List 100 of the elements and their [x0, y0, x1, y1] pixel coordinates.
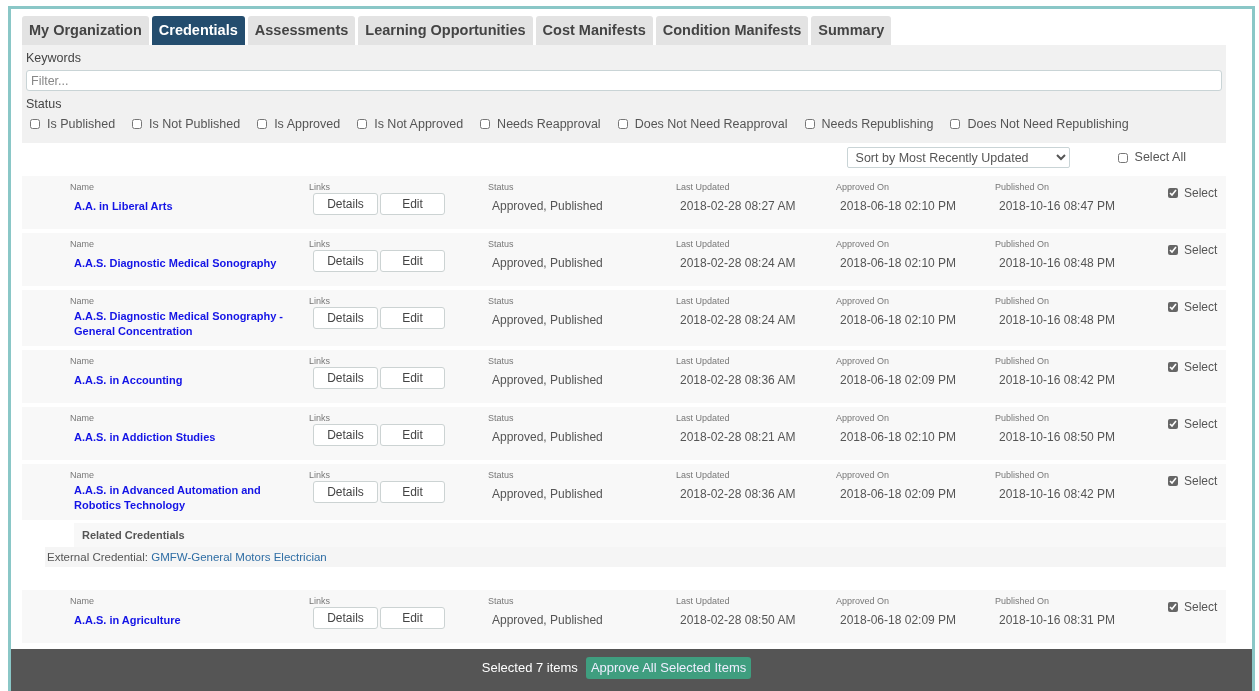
published-on-value: 2018-10-16 08:48 PM	[999, 256, 1116, 271]
select-label: Select	[1184, 599, 1218, 616]
status-option-label: Does Not Need Reapproval	[634, 116, 788, 132]
status-checkbox[interactable]	[480, 119, 491, 129]
status-checkbox[interactable]	[132, 119, 143, 129]
last-updated-label: Last Updated	[676, 596, 731, 607]
last-updated-label: Last Updated	[676, 239, 731, 250]
status-option-label: Needs Republishing	[821, 116, 934, 132]
name-label: Name	[70, 239, 95, 250]
status-checkbox[interactable]	[257, 119, 268, 129]
published-on-label: Published On	[995, 413, 1051, 424]
last-updated-label: Last Updated	[676, 470, 731, 481]
status-option-label: Is Not Approved	[374, 116, 464, 132]
approved-on-value: 2018-06-18 02:10 PM	[840, 430, 957, 445]
name-label: Name	[70, 296, 95, 307]
details-button[interactable]: Details	[313, 424, 378, 446]
details-button[interactable]: Details	[313, 367, 378, 389]
approved-on-value: 2018-06-18 02:10 PM	[840, 199, 957, 214]
name-label: Name	[70, 596, 95, 607]
status-label: Status	[488, 413, 515, 424]
name-label: Name	[70, 413, 95, 424]
approved-on-label: Approved On	[836, 296, 891, 307]
links-label: Links	[309, 296, 331, 307]
credential-link[interactable]: A.A.S. in Advanced Automation and Robotics Technology	[74, 483, 309, 513]
details-button[interactable]: Details	[313, 250, 378, 272]
edit-button[interactable]: Edit	[380, 250, 445, 272]
tab[interactable]: Assessments	[247, 16, 356, 45]
status-checkbox[interactable]	[617, 119, 628, 129]
related-credentials-heading: Related Credentials	[74, 523, 1226, 547]
published-on-value: 2018-10-16 08:50 PM	[999, 430, 1116, 445]
select-checkbox[interactable]	[1168, 302, 1178, 312]
last-updated-value: 2018-02-28 08:50 AM	[680, 613, 796, 628]
last-updated-value: 2018-02-28 08:21 AM	[680, 430, 796, 445]
edit-button[interactable]: Edit	[380, 307, 445, 329]
credential-link[interactable]: A.A. in Liberal Arts	[74, 199, 173, 214]
select-label: Select	[1184, 416, 1218, 433]
select-checkbox[interactable]	[1168, 476, 1178, 486]
details-button[interactable]: Details	[313, 607, 378, 629]
select-all-checkbox[interactable]	[1117, 152, 1128, 163]
details-button[interactable]: Details	[313, 481, 378, 503]
status-checkbox[interactable]	[804, 119, 815, 129]
selected-count: Selected 7 items	[481, 659, 578, 678]
tab[interactable]: Credentials	[151, 16, 245, 45]
select-label: Select	[1184, 185, 1218, 202]
tab[interactable]: Learning Opportunities	[358, 16, 533, 45]
links-label: Links	[309, 239, 331, 250]
select-label: Select	[1184, 299, 1218, 316]
credential-link[interactable]: A.A.S. in Accounting	[74, 373, 183, 388]
edit-button[interactable]: Edit	[380, 424, 445, 446]
last-updated-label: Last Updated	[676, 356, 731, 367]
published-on-value: 2018-10-16 08:48 PM	[999, 313, 1116, 328]
approved-on-label: Approved On	[836, 413, 891, 424]
tab[interactable]: Condition Manifests	[655, 16, 809, 45]
details-button[interactable]: Details	[313, 307, 378, 329]
status-option-label: Is Not Published	[149, 116, 241, 132]
status-option-label: Is Approved	[274, 116, 341, 132]
select-checkbox[interactable]	[1168, 362, 1178, 372]
sort-dropdown[interactable]: Sort by Most Recently Updated	[846, 147, 1070, 168]
edit-button[interactable]: Edit	[380, 367, 445, 389]
last-updated-label: Last Updated	[676, 296, 731, 307]
credential-link[interactable]: A.A.S. in Agriculture	[74, 613, 181, 628]
tab[interactable]: Summary	[811, 16, 892, 45]
status-checkbox[interactable]	[950, 119, 961, 129]
last-updated-value: 2018-02-28 08:36 AM	[680, 373, 796, 388]
last-updated-value: 2018-02-28 08:36 AM	[680, 487, 796, 502]
credential-link[interactable]: A.A.S. Diagnostic Medical Sonography - General Concentration	[74, 309, 309, 339]
links-label: Links	[309, 356, 331, 367]
approved-on-label: Approved On	[836, 470, 891, 481]
details-button[interactable]: Details	[313, 193, 378, 215]
status-checkbox[interactable]	[30, 119, 40, 129]
related-credential-link[interactable]: GMFW-General Motors Electrician	[151, 551, 327, 563]
select-checkbox[interactable]	[1168, 602, 1178, 612]
links-label: Links	[309, 182, 331, 193]
select-checkbox[interactable]	[1168, 419, 1178, 429]
select-all-label: Select All	[1134, 149, 1186, 167]
select-checkbox[interactable]	[1168, 245, 1178, 255]
select-label: Select	[1184, 473, 1218, 490]
status-value: Approved, Published	[492, 313, 603, 328]
filter-field[interactable]: Filter...	[26, 70, 1222, 91]
tab[interactable]: My Organization	[22, 16, 149, 45]
tab[interactable]: Cost Manifests	[535, 16, 653, 45]
status-checkbox[interactable]	[357, 119, 368, 129]
select-label: Select	[1184, 242, 1218, 259]
approved-on-value: 2018-06-18 02:09 PM	[840, 373, 957, 388]
approved-on-value: 2018-06-18 02:09 PM	[840, 487, 957, 502]
last-updated-value: 2018-02-28 08:27 AM	[680, 199, 796, 214]
last-updated-value: 2018-02-28 08:24 AM	[680, 256, 796, 271]
approved-on-label: Approved On	[836, 239, 891, 250]
status-option-label: Needs Reapproval	[497, 116, 601, 132]
select-checkbox[interactable]	[1168, 188, 1178, 198]
links-label: Links	[309, 596, 331, 607]
status-label: Status	[26, 97, 63, 112]
edit-button[interactable]: Edit	[380, 607, 445, 629]
status-value: Approved, Published	[492, 199, 603, 214]
credential-link[interactable]: A.A.S. Diagnostic Medical Sonography	[74, 256, 277, 271]
published-on-label: Published On	[995, 470, 1051, 481]
status-label: Status	[488, 239, 515, 250]
edit-button[interactable]: Edit	[380, 193, 445, 215]
edit-button[interactable]: Edit	[380, 481, 445, 503]
credential-link[interactable]: A.A.S. in Addiction Studies	[74, 430, 216, 445]
